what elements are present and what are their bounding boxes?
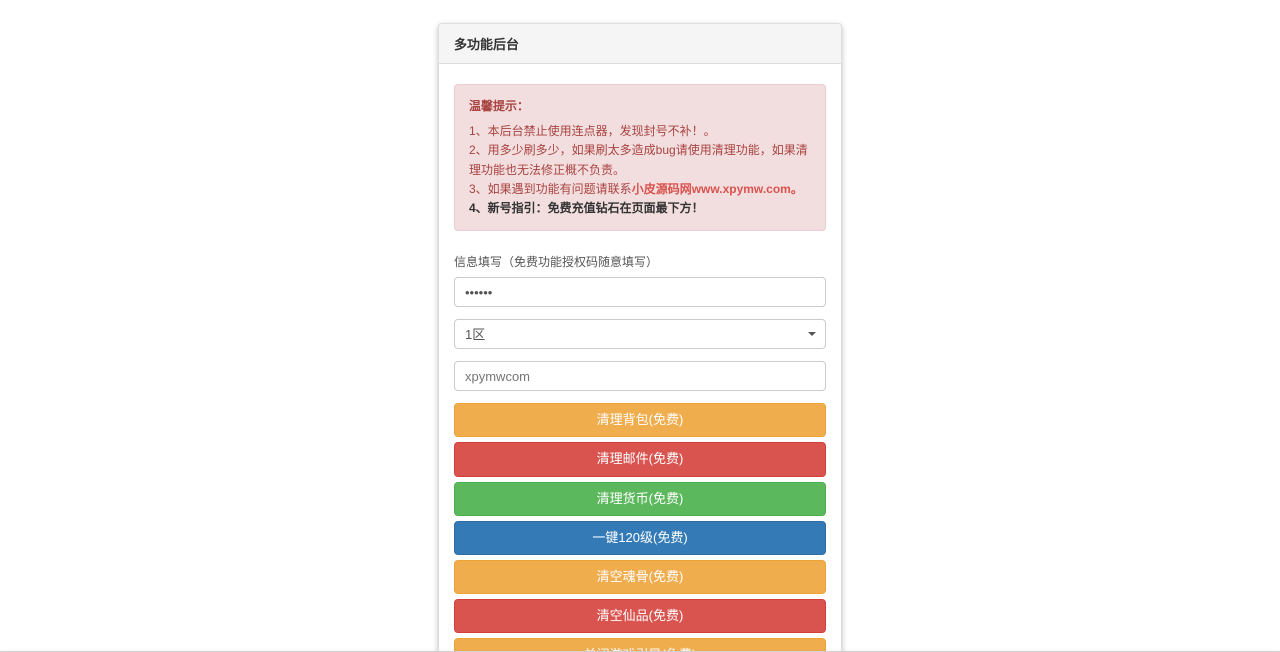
form-section-label: 信息填写（免费功能授权码随意填写）: [454, 253, 826, 270]
action-button-4[interactable]: 清空魂骨(免费): [454, 560, 826, 594]
alert-tips: 温馨提示： 1、本后台禁止使用连点器，发现封号不补！。 2、用多少刷多少，如果刷…: [454, 84, 826, 231]
zone-select[interactable]: 1区: [454, 319, 826, 349]
panel-body: 温馨提示： 1、本后台禁止使用连点器，发现封号不补！。 2、用多少刷多少，如果刷…: [439, 64, 841, 652]
alert-line-1: 1、本后台禁止使用连点器，发现封号不补！。: [469, 124, 716, 138]
action-button-2[interactable]: 清理货币(免费): [454, 482, 826, 516]
panel-title: 多功能后台: [439, 24, 841, 64]
alert-title: 温馨提示：: [469, 97, 811, 116]
alert-line-4: 4、新号指引：免费充值钻石在页面最下方！: [469, 201, 704, 215]
action-button-0[interactable]: 清理背包(免费): [454, 403, 826, 437]
alert-line-3-prefix: 3、如果遇到功能有问题请联系: [469, 182, 632, 196]
alert-line-3-highlight: 小皮源码网www.xpymw.com。: [632, 182, 803, 196]
action-button-6[interactable]: 关闭游戏引导(免费): [454, 638, 826, 652]
alert-line-2: 2、用多少刷多少，如果刷太多造成bug请使用清理功能，如果清理功能也无法修正概不…: [469, 143, 808, 176]
action-button-5[interactable]: 清空仙品(免费): [454, 599, 826, 633]
action-button-3[interactable]: 一键120级(免费): [454, 521, 826, 555]
auth-code-input[interactable]: [454, 361, 826, 391]
main-panel: 多功能后台 温馨提示： 1、本后台禁止使用连点器，发现封号不补！。 2、用多少刷…: [438, 23, 842, 652]
password-input[interactable]: [454, 277, 826, 307]
zone-select-wrap: 1区: [454, 319, 826, 349]
action-button-1[interactable]: 清理邮件(免费): [454, 442, 826, 476]
button-stack: 清理背包(免费) 清理邮件(免费) 清理货币(免费) 一键120级(免费) 清空魂骨(免…: [454, 403, 826, 652]
page: 多功能后台 温馨提示： 1、本后台禁止使用连点器，发现封号不补！。 2、用多少刷…: [0, 0, 1280, 652]
